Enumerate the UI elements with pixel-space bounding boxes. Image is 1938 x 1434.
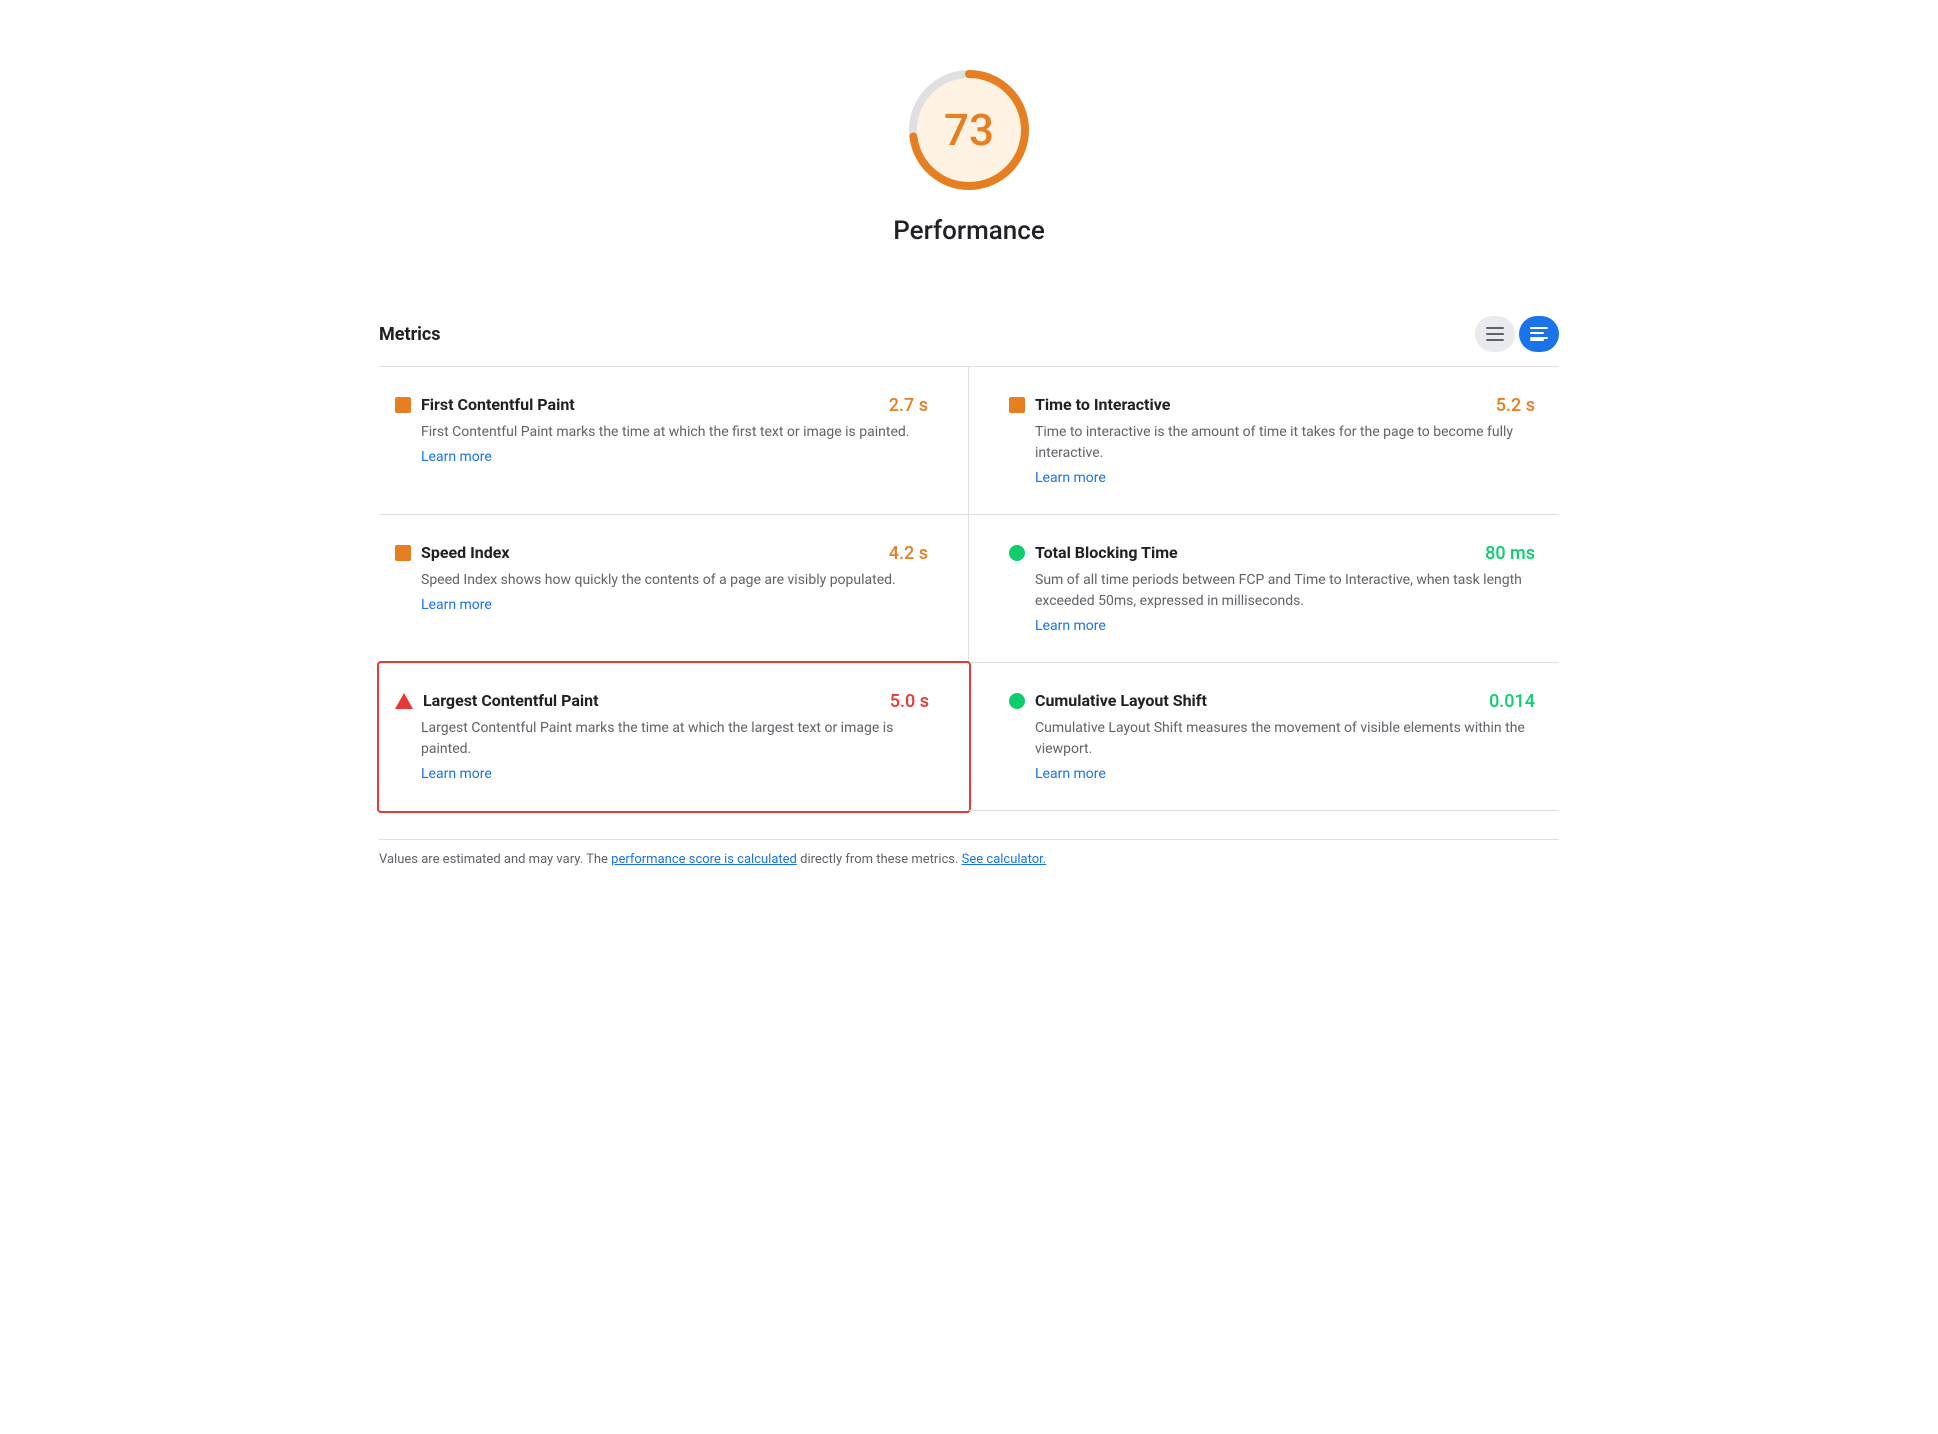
- metric-icon-fcp: [395, 397, 411, 413]
- metric-cell-fcp: First Contentful Paint2.7 sFirst Content…: [379, 367, 969, 515]
- metric-desc-cls: Cumulative Layout Shift measures the mov…: [1035, 718, 1535, 760]
- metric-desc-fcp: First Contentful Paint marks the time at…: [421, 422, 928, 443]
- metric-value-si: 4.2 s: [889, 543, 928, 564]
- metric-name-text-si: Speed Index: [421, 543, 510, 562]
- metric-learn-more-tti[interactable]: Learn more: [1035, 470, 1535, 486]
- metric-learn-more-cls[interactable]: Learn more: [1035, 766, 1535, 782]
- metric-name-text-lcp: Largest Contentful Paint: [423, 691, 599, 710]
- metric-icon-cls: [1009, 693, 1025, 709]
- calculator-link[interactable]: See calculator.: [962, 852, 1047, 867]
- metric-header-cls: Cumulative Layout Shift 0.014: [1009, 691, 1535, 712]
- metric-name-row-tti: Time to Interactive: [1009, 395, 1170, 414]
- metric-cell-tti: Time to Interactive 5.2 s Time to interact…: [969, 367, 1559, 515]
- metric-icon-si: [395, 545, 411, 561]
- metric-cell-cls: Cumulative Layout Shift0.014Cumulative L…: [969, 663, 1559, 811]
- detail-view-button[interactable]: [1519, 316, 1559, 352]
- metric-cell-tbt: Total Blocking Time 80 ms Sum of all time …: [969, 515, 1559, 663]
- metric-header-si: Speed Index 4.2 s: [395, 543, 928, 564]
- score-circle: 73: [899, 60, 1039, 200]
- metric-learn-more-lcp[interactable]: Learn more: [421, 766, 929, 782]
- metric-name-text-fcp: First Contentful Paint: [421, 395, 575, 414]
- metric-name-text-tbt: Total Blocking Time: [1035, 543, 1178, 562]
- metric-learn-more-fcp[interactable]: Learn more: [421, 449, 928, 465]
- metrics-header: Metrics: [379, 316, 1559, 367]
- metric-name-text-tti: Time to Interactive: [1035, 395, 1170, 414]
- metric-icon-lcp: [395, 693, 413, 709]
- footer-note: Values are estimated and may vary. The p…: [379, 839, 1559, 871]
- metric-header-tti: Time to Interactive 5.2 s: [1009, 395, 1535, 416]
- score-value: 73: [944, 104, 994, 156]
- metric-name-row-si: Speed Index: [395, 543, 510, 562]
- metric-learn-more-si[interactable]: Learn more: [421, 597, 928, 613]
- metric-cell-lcp: Largest Contentful Paint5.0 sLargest Con…: [377, 661, 971, 813]
- metric-desc-tti: Time to interactive is the amount of tim…: [1035, 422, 1535, 464]
- metric-cell-si: Speed Index 4.2 s Speed Index shows how qu…: [379, 515, 969, 663]
- metric-header-lcp: Largest Contentful Paint 5.0 s: [395, 691, 929, 712]
- view-toggle: [1475, 316, 1559, 352]
- metrics-grid: First Contentful Paint2.7 sFirst Content…: [379, 367, 1559, 811]
- metric-desc-tbt: Sum of all time periods between FCP and …: [1035, 570, 1535, 612]
- metric-name-row-tbt: Total Blocking Time: [1009, 543, 1178, 562]
- metric-name-row-fcp: First Contentful Paint: [395, 395, 575, 414]
- metric-icon-tti: [1009, 397, 1025, 413]
- metric-learn-more-tbt[interactable]: Learn more: [1035, 618, 1535, 634]
- metrics-title: Metrics: [379, 324, 441, 345]
- score-section: 73 Performance: [379, 40, 1559, 276]
- metric-icon-tbt: [1009, 545, 1025, 561]
- metric-value-tti: 5.2 s: [1496, 395, 1535, 416]
- performance-score-link[interactable]: performance score is calculated: [611, 852, 797, 867]
- score-label: Performance: [893, 216, 1045, 246]
- list-view-button[interactable]: [1475, 316, 1515, 352]
- metric-desc-si: Speed Index shows how quickly the conten…: [421, 570, 928, 591]
- metric-value-tbt: 80 ms: [1485, 543, 1535, 564]
- metric-name-text-cls: Cumulative Layout Shift: [1035, 691, 1207, 710]
- metric-header-tbt: Total Blocking Time 80 ms: [1009, 543, 1535, 564]
- metric-name-row-cls: Cumulative Layout Shift: [1009, 691, 1207, 710]
- metric-desc-lcp: Largest Contentful Paint marks the time …: [421, 718, 929, 760]
- metric-header-fcp: First Contentful Paint 2.7 s: [395, 395, 928, 416]
- metric-value-fcp: 2.7 s: [889, 395, 928, 416]
- metric-name-row-lcp: Largest Contentful Paint: [395, 691, 599, 710]
- metric-value-lcp: 5.0 s: [890, 691, 929, 712]
- metric-value-cls: 0.014: [1489, 691, 1535, 712]
